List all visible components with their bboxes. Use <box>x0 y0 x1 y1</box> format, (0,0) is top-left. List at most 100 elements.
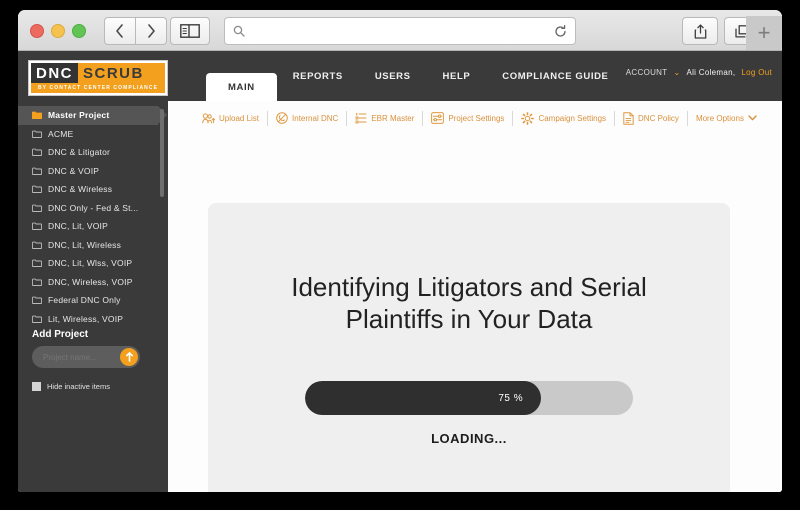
sidebar-item-dnc-lit-wireless[interactable]: DNC, Lit, Wireless <box>18 236 168 255</box>
toolbar-project-settings[interactable]: Project Settings <box>423 112 512 124</box>
toolbar-label: Project Settings <box>448 114 504 123</box>
toolbar-campaign-settings[interactable]: Campaign Settings <box>513 112 614 125</box>
toolbar-label: DNC Policy <box>638 114 679 123</box>
sidebar-item-dnc-lit-voip[interactable]: DNC, Lit, VOIP <box>18 217 168 236</box>
list-icon <box>355 112 367 124</box>
log-out-link[interactable]: Log Out <box>741 68 772 77</box>
folder-icon <box>32 259 42 267</box>
sidebar-item-label: Master Project <box>48 110 109 120</box>
chevron-down-icon[interactable]: ⌄ <box>673 68 680 77</box>
project-name-input[interactable] <box>32 352 117 363</box>
hide-inactive-label: Hide inactive items <box>47 382 110 391</box>
account-area: ACCOUNT ⌄ Ali Coleman, Log Out <box>626 68 772 77</box>
folder-icon <box>32 241 42 249</box>
progress-bar-fill: 75 % <box>305 381 541 415</box>
current-user-name: Ali Coleman, <box>686 68 735 77</box>
sidebar-item-dnc-lit-wlss-voip[interactable]: DNC, Lit, Wlss, VOIP <box>18 254 168 273</box>
tab-users[interactable]: USERS <box>359 51 427 101</box>
sidebar-item-acme[interactable]: ACME <box>18 125 168 144</box>
app-logo[interactable]: DNC SCRUB BY CONTACT CENTER COMPLIANCE <box>28 60 168 96</box>
hide-inactive-checkbox[interactable] <box>32 382 41 391</box>
search-icon <box>233 25 245 37</box>
tab-reports[interactable]: REPORTS <box>277 51 359 101</box>
web-application: DNC SCRUB BY CONTACT CENTER COMPLIANCE M… <box>18 51 782 492</box>
sidebar-item-dnc-wireless-voip[interactable]: DNC, Wireless, VOIP <box>18 273 168 292</box>
toolbar-label: Campaign Settings <box>538 114 606 123</box>
forward-button[interactable] <box>136 17 167 45</box>
project-sidebar: Master Project ACME DNC & Litigator <box>18 101 168 492</box>
share-button[interactable] <box>682 17 718 45</box>
toolbar-label: More Options <box>696 114 744 123</box>
sidebar-toggle-icon <box>180 24 200 38</box>
hide-inactive-row[interactable]: Hide inactive items <box>32 382 154 391</box>
sidebar-toggle-button[interactable] <box>170 17 210 45</box>
sidebar-item-label: Federal DNC Only <box>48 295 121 305</box>
project-list: Master Project ACME DNC & Litigator <box>18 101 168 328</box>
add-project-section: Add Project Hide inactive items <box>18 329 168 391</box>
account-menu-label[interactable]: ACCOUNT <box>626 68 668 77</box>
sidebar-item-master-project[interactable]: Master Project <box>18 106 158 125</box>
progress-percent-label: 75 % <box>498 393 523 404</box>
share-icon <box>694 24 707 39</box>
logo-wordmark: DNC SCRUB <box>31 63 165 83</box>
toolbar-upload-list[interactable]: Upload List <box>194 113 267 124</box>
arrow-up-icon <box>125 352 134 362</box>
window-traffic-lights <box>30 24 86 38</box>
sidebar-item-label: DNC, Lit, Wlss, VOIP <box>48 258 132 268</box>
toolbar-label: Upload List <box>219 114 259 123</box>
sidebar-item-label: DNC, Wireless, VOIP <box>48 277 133 287</box>
minimize-window-button[interactable] <box>51 24 65 38</box>
tab-main[interactable]: MAIN <box>206 73 277 101</box>
sidebar-item-dnc-wireless[interactable]: DNC & Wireless <box>18 180 168 199</box>
folder-icon <box>32 222 42 230</box>
toolbar-label: Internal DNC <box>292 114 338 123</box>
logo-primary: DNC <box>31 63 78 83</box>
screenshot-stage: + DNC SCRUB BY CONTACT CENTER COMPLIANCE… <box>0 0 800 510</box>
main-content: Upload List Internal DNC <box>168 101 782 492</box>
gear-icon <box>521 112 534 125</box>
new-tab-button[interactable]: + <box>746 16 782 50</box>
logo-secondary: SCRUB <box>78 63 165 83</box>
folder-icon <box>32 278 42 286</box>
document-icon <box>623 112 634 125</box>
add-project-submit-button[interactable] <box>120 348 138 366</box>
folder-icon <box>32 204 42 212</box>
tab-help[interactable]: HELP <box>427 51 487 101</box>
back-button[interactable] <box>104 17 136 45</box>
sidebar-item-dnc-litigator[interactable]: DNC & Litigator <box>18 143 168 162</box>
tab-compliance-guide[interactable]: COMPLIANCE GUIDE <box>486 51 624 101</box>
logo-tagline: BY CONTACT CENTER COMPLIANCE <box>31 83 165 93</box>
toolbar-label: EBR Master <box>371 114 414 123</box>
toolbar-dnc-policy[interactable]: DNC Policy <box>615 112 687 125</box>
sidebar-item-federal-dnc-only[interactable]: Federal DNC Only <box>18 291 168 310</box>
sidebar-item-label: DNC & Litigator <box>48 147 110 157</box>
sidebar-item-lit-wireless-voip[interactable]: Lit, Wireless, VOIP <box>18 310 168 329</box>
sidebar-item-label: DNC, Lit, Wireless <box>48 240 121 250</box>
toolbar-more-options[interactable]: More Options <box>688 114 765 123</box>
progress-bar-track: 75 % <box>305 381 633 415</box>
sidebar-item-label: DNC & VOIP <box>48 166 99 176</box>
add-project-field-wrapper <box>32 346 140 368</box>
sidebar-scrollbar[interactable] <box>160 109 164 197</box>
zoom-window-button[interactable] <box>72 24 86 38</box>
folder-icon <box>32 111 42 119</box>
action-toolbar: Upload List Internal DNC <box>168 101 782 135</box>
folder-icon <box>32 130 42 138</box>
toolbar-ebr-master[interactable]: EBR Master <box>347 112 422 124</box>
sidebar-item-dnc-voip[interactable]: DNC & VOIP <box>18 162 168 181</box>
address-bar[interactable] <box>224 17 576 45</box>
sidebar-item-label: DNC, Lit, VOIP <box>48 221 108 231</box>
toolbar-internal-dnc[interactable]: Internal DNC <box>268 112 346 124</box>
chevron-down-icon <box>748 115 757 121</box>
close-window-button[interactable] <box>30 24 44 38</box>
sidebar-item-label: ACME <box>48 129 73 139</box>
main-nav-tabs: MAIN REPORTS USERS HELP COMPLIANCE GUIDE <box>206 51 624 101</box>
sidebar-item-dnc-only-fed-state[interactable]: DNC Only - Fed & St... <box>18 199 168 218</box>
sidebar-item-label: Lit, Wireless, VOIP <box>48 314 123 324</box>
add-project-title: Add Project <box>32 329 154 340</box>
reload-icon[interactable] <box>554 25 567 38</box>
sliders-icon <box>431 112 444 124</box>
sidebar-item-label: DNC & Wireless <box>48 184 112 194</box>
folder-icon <box>32 167 42 175</box>
page-title: Identifying Litigators and Serial Plaint… <box>208 203 730 335</box>
